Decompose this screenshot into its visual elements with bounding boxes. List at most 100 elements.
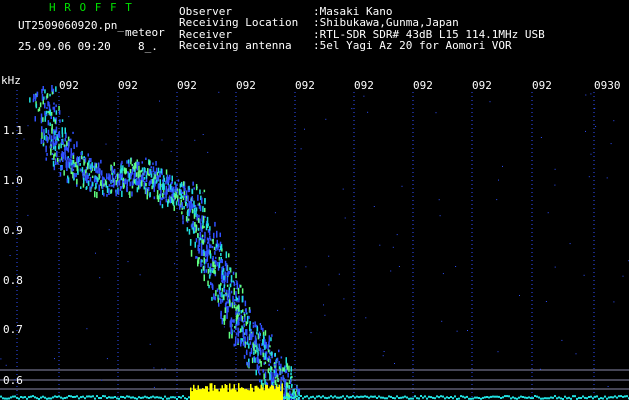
noise-band [360, 395, 362, 398]
noise-band [596, 395, 598, 398]
noise-band [294, 396, 296, 398]
signal-pixel [157, 167, 160, 174]
signal-pixel [41, 132, 43, 139]
signal-pixel [207, 263, 209, 268]
noise-pixel [27, 214, 29, 216]
noise-band [434, 397, 436, 400]
noise-band [578, 396, 580, 399]
signal-pixel [90, 158, 92, 163]
noise-pixel [344, 217, 346, 219]
carrier-signal [272, 385, 274, 400]
signal-pixel [270, 367, 273, 371]
noise-band [474, 396, 476, 399]
x-tick-label: 0930 [594, 79, 621, 92]
signal-pixel [55, 86, 57, 92]
signal-pixel [288, 365, 290, 372]
noise-pixel [101, 379, 103, 381]
signal-pixel [201, 234, 204, 237]
signal-pixel [179, 204, 181, 210]
noise-pixel [363, 95, 365, 97]
signal-pixel [206, 216, 209, 224]
noise-pixel [412, 348, 414, 350]
signal-pixel [55, 133, 58, 137]
signal-pixel [192, 181, 194, 186]
signal-pixel [200, 243, 203, 250]
noise-band [356, 395, 358, 398]
noise-pixel [300, 148, 302, 150]
signal-pixel [190, 224, 193, 228]
noise-band [164, 395, 166, 398]
signal-pixel [89, 176, 92, 182]
noise-pixel [383, 351, 385, 352]
noise-band [532, 397, 534, 400]
signal-pixel [222, 295, 225, 300]
noise-band [84, 397, 86, 400]
signal-pixel [100, 179, 102, 184]
noise-pixel [181, 191, 183, 192]
noise-band [150, 396, 152, 399]
signal-pixel [244, 316, 246, 323]
noise-band [392, 397, 394, 399]
signal-pixel [61, 139, 63, 144]
noise-band [350, 396, 352, 399]
noise-band [354, 396, 356, 399]
signal-pixel [260, 379, 263, 386]
noise-band [184, 397, 186, 400]
noise-pixel [54, 148, 56, 150]
noise-pixel [442, 273, 444, 275]
signal-pixel [54, 130, 56, 136]
signal-pixel [207, 280, 209, 286]
signal-pixel [232, 295, 234, 302]
signal-pixel [159, 174, 161, 178]
noise-band [116, 397, 118, 400]
signal-pixel [262, 339, 264, 343]
signal-pixel [274, 380, 277, 385]
signal-pixel [113, 169, 116, 173]
noise-band [20, 396, 22, 398]
noise-band [102, 395, 104, 398]
carrier-signal [208, 391, 210, 400]
noise-band [44, 396, 46, 399]
signal-pixel [271, 351, 273, 355]
signal-pixel [264, 330, 267, 336]
signal-pixel [66, 159, 68, 165]
noise-band [452, 397, 454, 400]
signal-pixel [191, 198, 194, 201]
signal-pixel [50, 135, 53, 140]
noise-band [584, 396, 586, 399]
noise-pixel [585, 94, 587, 96]
signal-pixel [237, 287, 240, 294]
signal-pixel [72, 159, 75, 164]
signal-pixel [46, 94, 48, 99]
signal-pixel [148, 182, 150, 186]
x-tick-label: 092 [177, 79, 197, 92]
signal-pixel [240, 315, 242, 320]
signal-pixel [269, 373, 271, 380]
signal-pixel [56, 150, 58, 158]
noise-pixel [59, 137, 61, 139]
signal-pixel [210, 281, 212, 286]
noise-band [590, 395, 592, 398]
signal-pixel [185, 190, 188, 196]
signal-pixel [63, 144, 66, 147]
carrier-signal [221, 385, 223, 400]
carrier-signal [197, 385, 199, 400]
signal-pixel [239, 328, 242, 333]
signal-pixel [159, 185, 162, 190]
signal-pixel [199, 205, 202, 212]
signal-pixel [283, 393, 285, 397]
signal-pixel [95, 183, 97, 189]
signal-pixel [108, 178, 110, 181]
noise-band [50, 397, 52, 400]
signal-pixel [227, 299, 230, 304]
signal-pixel [118, 179, 121, 186]
signal-pixel [111, 166, 114, 173]
noise-band [138, 396, 140, 399]
signal-pixel [152, 179, 154, 184]
x-tick-label: 092 [413, 79, 433, 92]
signal-pixel [44, 102, 46, 109]
signal-pixel [217, 261, 219, 267]
signal-pixel [242, 328, 244, 334]
signal-pixel [250, 347, 253, 355]
carrier-signal [200, 389, 202, 400]
